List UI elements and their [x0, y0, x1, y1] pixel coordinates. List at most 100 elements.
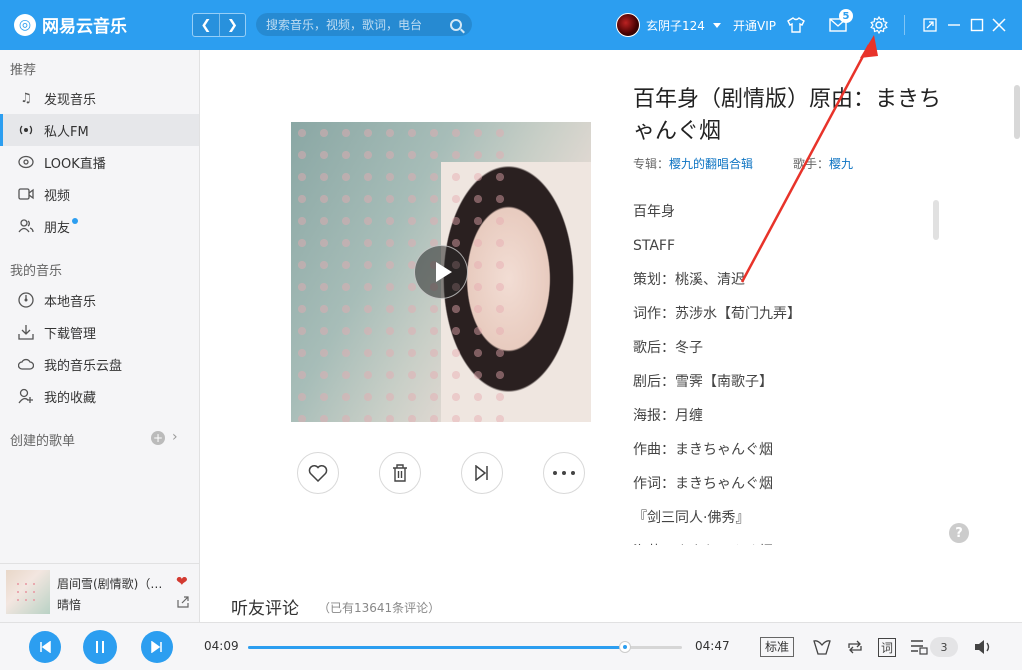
divider	[904, 15, 905, 35]
quality-button[interactable]: 标准	[760, 637, 795, 657]
total-time: 04:47	[695, 639, 730, 653]
lyric-line: 词作：苏涉水【荀门九弄】	[633, 306, 801, 322]
sidebar-item-label: 私人FM	[44, 124, 89, 140]
now-playing-artist[interactable]: 晴愔	[57, 596, 81, 613]
minimize-icon[interactable]	[944, 15, 964, 35]
sidebar-item-collection[interactable]: 我的收藏	[0, 380, 199, 412]
sidebar-item-cloud[interactable]: 我的音乐云盘	[0, 348, 199, 380]
vip-button[interactable]: 开通VIP	[733, 17, 776, 34]
sidebar-item-label: 我的音乐云盘	[44, 358, 123, 374]
sidebar-item-download[interactable]: 下载管理	[0, 316, 199, 348]
gear-icon[interactable]	[869, 15, 889, 35]
loop-icon[interactable]	[844, 636, 866, 658]
close-icon[interactable]	[989, 15, 1009, 35]
local-music-icon	[18, 292, 34, 308]
playlist-icon[interactable]	[908, 636, 930, 658]
lyric-line: 『剑三同人·佛秀』	[633, 510, 750, 526]
lyrics-scrollbar[interactable]	[933, 200, 939, 240]
search-box[interactable]	[256, 13, 472, 36]
history-nav: ❮ ❯	[192, 13, 246, 37]
sidebar-item-label: 本地音乐	[44, 294, 97, 310]
lyric-toggle-label: 词	[877, 637, 896, 657]
playlist-count[interactable]: 3	[930, 637, 958, 657]
app-logo[interactable]: ◎ 网易云音乐	[14, 12, 127, 37]
comments-count: （已有13641条评论）	[318, 601, 441, 615]
forward-button[interactable]: ❯	[219, 14, 245, 36]
progress-knob[interactable]	[618, 641, 631, 653]
progress-bar[interactable]	[248, 641, 682, 653]
pause-button[interactable]	[83, 630, 117, 664]
album-label: 专辑：	[633, 157, 670, 171]
app-name: 网易云音乐	[42, 17, 127, 37]
user-menu[interactable]: 玄阴子124	[616, 13, 721, 37]
song-title: 百年身（剧情版）原由：まきちゃんぐ烟	[633, 87, 942, 144]
sidebar-item-label: 我的收藏	[44, 390, 97, 406]
progress-fill	[248, 646, 625, 649]
heart-icon[interactable]: ❤	[176, 574, 188, 590]
sidebar-item-video[interactable]: 视频	[0, 178, 199, 210]
username[interactable]: 玄阴子124	[646, 17, 705, 34]
add-playlist-icon[interactable]: +	[151, 431, 165, 445]
cloud-icon	[18, 356, 34, 372]
sidebar-item-label: 下载管理	[44, 326, 97, 342]
album-cover[interactable]	[291, 122, 591, 422]
lyrics-panel[interactable]: 百年身 STAFF 策划：桃溪、清迟 词作：苏涉水【荀门九弄】 歌后：冬子 剧后…	[633, 195, 939, 545]
now-playing-cover[interactable]	[6, 570, 50, 614]
comments-title: 听友评论	[231, 599, 299, 619]
singer-link[interactable]: 樱九	[829, 157, 853, 171]
sidebar: 推荐 ♫ 发现音乐 私人FM LOOK直播 视频 朋友 我的音乐 本地音乐 下载…	[0, 50, 200, 622]
video-icon	[18, 186, 34, 202]
lyric-line: 作曲：まきちゃんぐ烟	[633, 442, 773, 458]
chevron-right-icon[interactable]: ›	[172, 429, 178, 445]
maximize-icon[interactable]	[967, 15, 987, 35]
collection-icon	[18, 388, 34, 404]
like-button[interactable]	[297, 452, 339, 494]
lyric-line: 海报：月缠	[633, 408, 703, 424]
next-song-button[interactable]	[461, 452, 503, 494]
sound-effect-icon[interactable]	[811, 636, 833, 658]
friends-icon	[18, 218, 34, 234]
section-title-my-music: 我的音乐	[10, 264, 63, 279]
play-icon[interactable]	[414, 245, 468, 299]
lyric-line: 策划：桃溪、清迟	[633, 272, 745, 288]
page-scrollbar[interactable]	[1014, 85, 1020, 139]
lyrics-toggle-icon[interactable]: 词	[876, 636, 898, 658]
sidebar-item-label: 朋友	[44, 220, 71, 236]
sidebar-item-friends[interactable]: 朋友	[0, 210, 199, 242]
more-button[interactable]	[543, 452, 585, 494]
lyric-line: 海苔：まきちゃんぐ烟	[633, 535, 939, 545]
search-icon[interactable]	[450, 18, 462, 31]
singer-meta: 歌手：樱九	[793, 155, 853, 172]
now-playing-title[interactable]: 眉间雪(剧情歌)（…	[57, 575, 169, 592]
sidebar-item-label: LOOK直播	[44, 156, 106, 172]
skin-icon[interactable]	[786, 15, 806, 35]
sidebar-item-look-live[interactable]: LOOK直播	[0, 146, 199, 178]
lyric-line: 歌后：冬子	[633, 340, 703, 356]
next-button[interactable]	[141, 631, 173, 663]
sidebar-item-personal-fm[interactable]: 私人FM	[0, 114, 199, 146]
album-link[interactable]: 樱九的翻唱合辑	[669, 157, 753, 171]
main-content: 百年身（剧情版）原由：まきちゃんぐ烟 专辑：樱九的翻唱合辑 歌手：樱九 百年身 …	[200, 50, 1022, 622]
lyric-line: STAFF	[633, 238, 676, 254]
share-icon[interactable]	[177, 596, 189, 611]
trash-button[interactable]	[379, 452, 421, 494]
back-button[interactable]: ❮	[193, 14, 219, 36]
player-bar: 04:09 04:47 标准 词 3	[0, 622, 1022, 670]
search-input[interactable]	[266, 17, 446, 32]
section-title-created-playlists: 创建的歌单	[10, 434, 76, 449]
notification-dot	[72, 218, 78, 224]
sidebar-item-local-music[interactable]: 本地音乐	[0, 284, 199, 316]
download-icon	[18, 324, 34, 340]
now-playing-panel[interactable]: 眉间雪(剧情歌)（… 晴愔 ❤	[0, 563, 199, 622]
avatar[interactable]	[616, 13, 640, 37]
help-icon[interactable]: ?	[949, 523, 969, 543]
mini-mode-icon[interactable]	[920, 15, 940, 35]
section-title-recommend: 推荐	[10, 63, 37, 78]
singer-label: 歌手：	[793, 157, 830, 171]
sidebar-item-discover[interactable]: ♫ 发现音乐	[0, 82, 199, 114]
previous-button[interactable]	[29, 631, 61, 663]
chevron-down-icon[interactable]	[712, 22, 721, 28]
volume-icon[interactable]	[972, 636, 994, 658]
radio-icon	[18, 122, 34, 138]
title-bar: ◎ 网易云音乐 ❮ ❯ 玄阴子124 开通VIP 5	[0, 0, 1022, 50]
